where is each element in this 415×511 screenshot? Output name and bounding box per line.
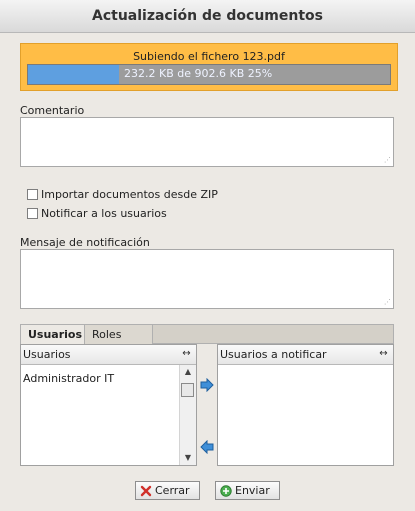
import-zip-checkbox[interactable]: [27, 188, 38, 200]
resize-grip-icon[interactable]: ⋰: [383, 156, 391, 164]
comment-label: Comentario: [20, 104, 85, 117]
add-user-arrow-icon[interactable]: [200, 378, 214, 392]
close-button-label: Cerrar: [155, 484, 190, 497]
column-resize-icon[interactable]: ↔: [180, 347, 193, 360]
remove-user-arrow-icon[interactable]: [200, 440, 214, 454]
upload-status-panel: Subiendo el fichero 123.pdf 232.2 KB de …: [20, 43, 398, 91]
upload-progress-text: 232.2 KB de 902.6 KB 25%: [124, 67, 273, 80]
users-list-scrollbar[interactable]: ▲ ▼: [179, 365, 196, 465]
scroll-thumb[interactable]: [181, 383, 194, 397]
notification-textarea[interactable]: ⋰: [20, 249, 394, 309]
notification-label: Mensaje de notificación: [20, 236, 150, 249]
close-button[interactable]: Cerrar: [135, 481, 200, 500]
notify-list-header[interactable]: Usuarios a notificar ↔: [218, 345, 393, 365]
notify-users-option[interactable]: Notificar a los usuarios: [27, 206, 167, 220]
send-button-label: Enviar: [235, 484, 270, 497]
notify-users-checkbox[interactable]: [27, 207, 38, 219]
import-zip-option[interactable]: Importar documentos desde ZIP: [27, 187, 218, 201]
scroll-up-icon[interactable]: ▲: [180, 365, 196, 379]
tab-usuarios[interactable]: Usuarios: [21, 325, 85, 344]
column-resize-icon[interactable]: ↔: [377, 347, 390, 360]
scroll-down-icon[interactable]: ▼: [180, 451, 196, 465]
upload-progress-bar: 232.2 KB de 902.6 KB 25%: [27, 64, 391, 85]
import-zip-label: Importar documentos desde ZIP: [41, 187, 218, 201]
list-item[interactable]: Administrador IT: [23, 372, 114, 385]
resize-grip-icon[interactable]: ⋰: [383, 298, 391, 306]
users-list-header-label: Usuarios: [23, 348, 71, 361]
notify-list-panel: Usuarios a notificar ↔: [217, 344, 394, 466]
notify-list-header-label: Usuarios a notificar: [220, 348, 327, 361]
close-icon: [140, 485, 152, 496]
upload-file-title: Subiendo el fichero 123.pdf: [133, 50, 285, 63]
tab-roles[interactable]: Roles: [85, 325, 153, 344]
users-list-panel: Usuarios ↔ Administrador IT ▲ ▼: [20, 344, 197, 466]
comment-textarea[interactable]: ⋰: [20, 117, 394, 167]
dialog-header: Actualización de documentos: [0, 0, 415, 33]
dialog-title: Actualización de documentos: [92, 8, 323, 24]
send-button[interactable]: Enviar: [215, 481, 280, 500]
add-icon: [220, 484, 232, 497]
notify-users-label: Notificar a los usuarios: [41, 206, 167, 220]
tabs-bar: Usuarios Roles: [20, 324, 394, 344]
upload-progress-fill: [28, 65, 119, 84]
users-list-header[interactable]: Usuarios ↔: [21, 345, 196, 365]
